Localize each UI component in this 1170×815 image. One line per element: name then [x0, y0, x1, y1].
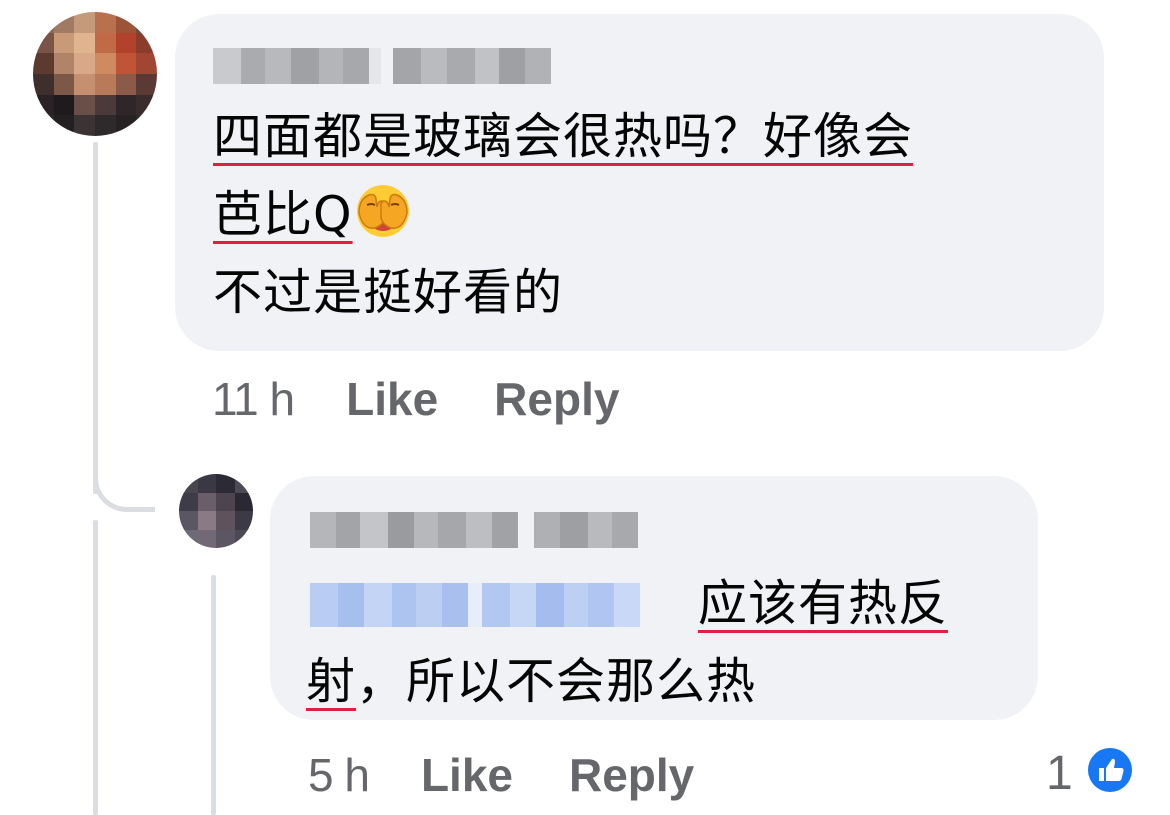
comment-text-line: 芭比Q [213, 186, 353, 243]
reply-text: 应该有热反 [698, 565, 948, 643]
reply-timestamp[interactable]: 5 h [308, 748, 370, 802]
like-button[interactable]: Like [421, 748, 513, 802]
reply-text-underlined-word: 射 [306, 653, 357, 710]
mention-tag-blurred[interactable] [310, 583, 640, 627]
reply-text-line: 应该有热反 [698, 575, 949, 632]
comment-author-name-blurred[interactable] [213, 48, 551, 84]
reply-actions: 5 h Like Reply [308, 748, 694, 802]
thumbs-up-icon[interactable] [1084, 744, 1136, 796]
like-button[interactable]: Like [346, 372, 438, 426]
reply-button[interactable]: Reply [494, 372, 619, 426]
comment-text: 四面都是玻璃会很热吗？好像会 芭比Q 不过是挺好看的 [213, 98, 913, 332]
comment-actions: 11 h Like Reply [212, 372, 619, 426]
avatar[interactable] [179, 474, 253, 548]
reply-button[interactable]: Reply [569, 748, 694, 802]
reply-text-line: ，所以不会那么热 [356, 653, 757, 710]
see-no-evil-face-emoji-icon [356, 185, 409, 237]
comment-text-line: 四面都是玻璃会很热吗？好像会 [213, 108, 914, 165]
reaction-count[interactable]: 1 [1046, 746, 1073, 801]
reply-thread-line [211, 575, 216, 815]
avatar[interactable] [33, 12, 157, 136]
reply-connector-curve [93, 440, 155, 512]
comment-timestamp[interactable]: 11 h [212, 372, 295, 426]
reply-author-name-blurred[interactable] [310, 512, 638, 548]
thread-connector-line [93, 520, 98, 815]
reply-text: 射，所以不会那么热 [306, 643, 756, 721]
comment-text-line: 不过是挺好看的 [213, 264, 564, 321]
